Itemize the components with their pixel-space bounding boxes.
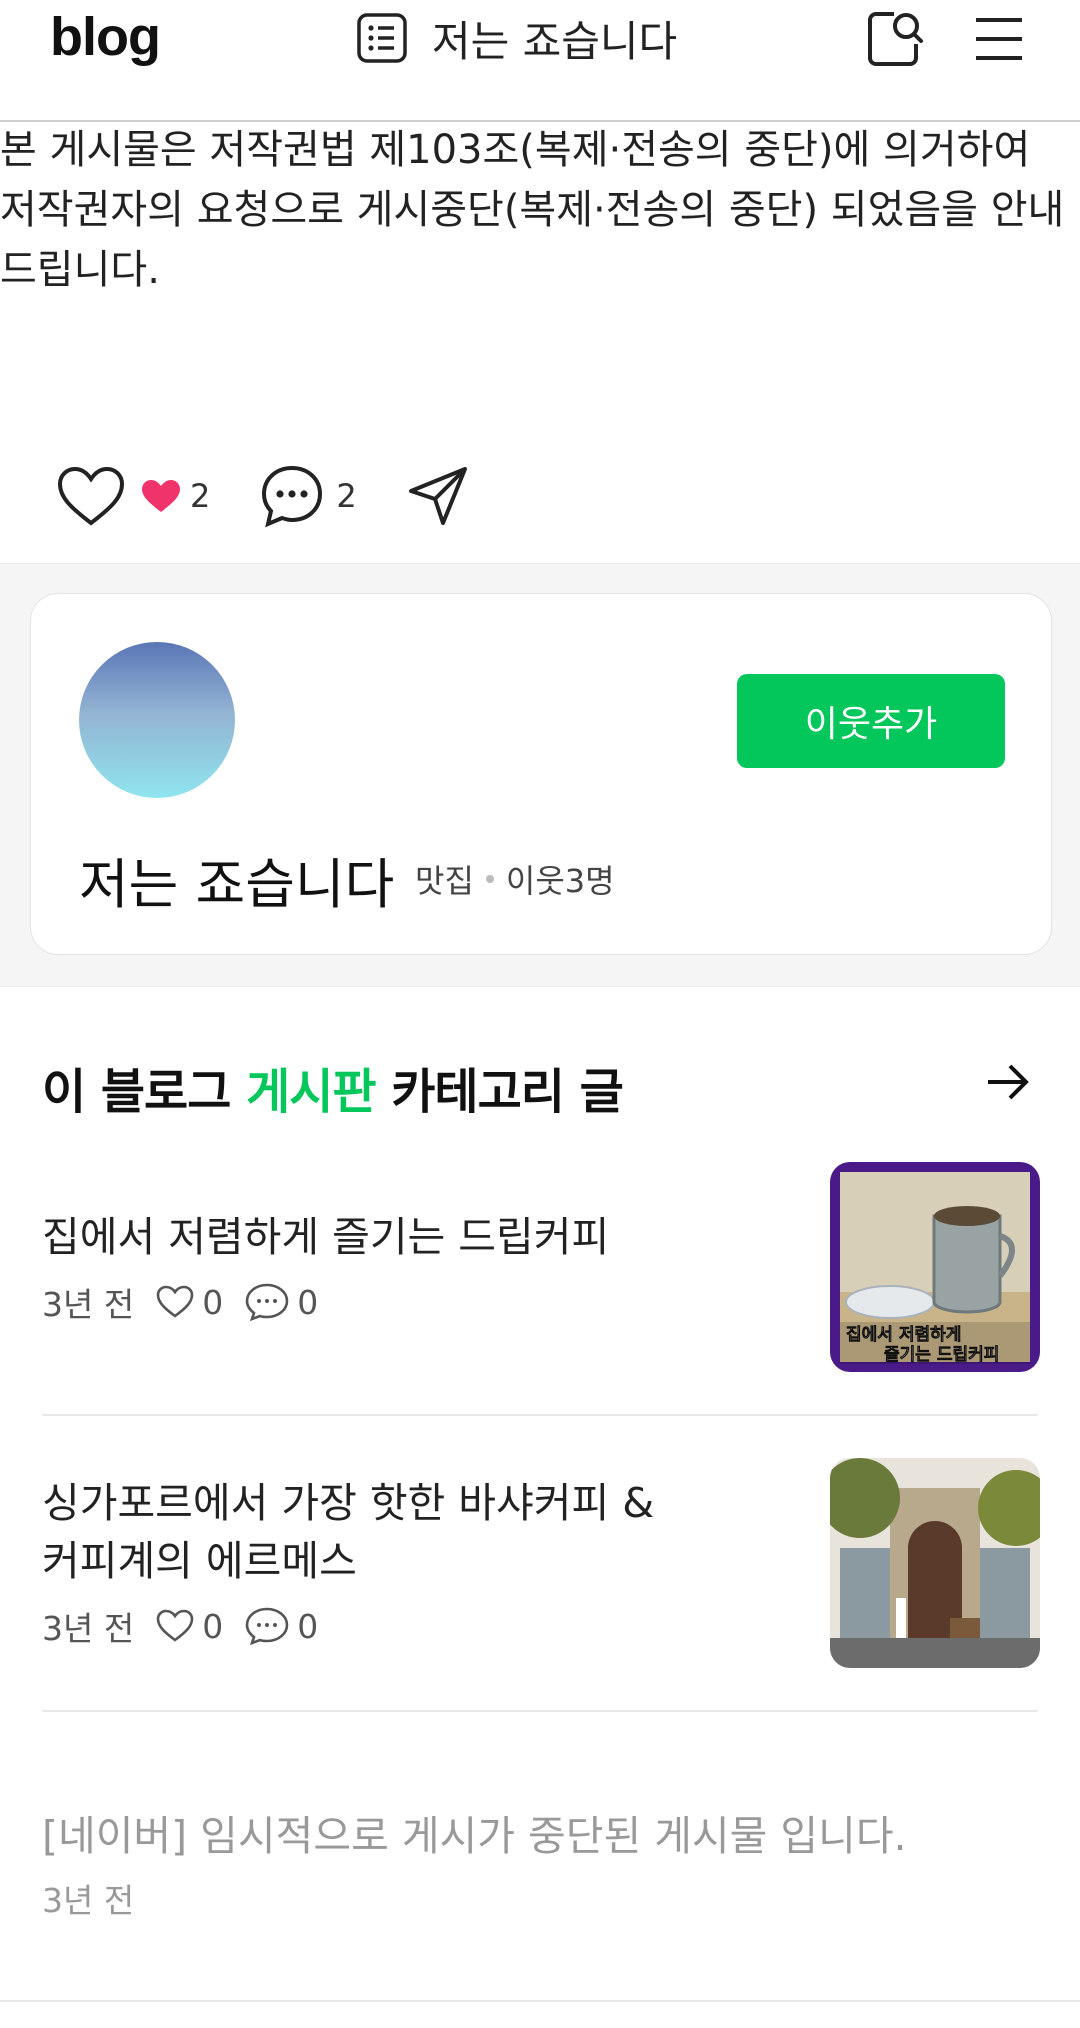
top-header: blog 저는 죠습니다 xyxy=(0,0,1080,122)
heart-outline-icon xyxy=(156,1609,194,1642)
coffee-thumbnail-image: 집에서 저렴하게 즐기는 드립커피 xyxy=(840,1172,1030,1365)
removed-post-title[interactable]: [네이버] 임시적으로 게시가 중단된 게시물 입니다. xyxy=(42,1802,907,1862)
blog-logo[interactable]: blog xyxy=(50,6,161,68)
reaction-bar: 2 2 xyxy=(56,460,469,532)
removed-post-time: 3년 전 xyxy=(42,1881,135,1920)
post-time: 3년 전 xyxy=(42,1609,135,1648)
avatar[interactable] xyxy=(79,642,235,798)
title-highlight: 게시판 xyxy=(246,1064,376,1120)
post-comment-count: 0 xyxy=(297,1282,319,1322)
like-heart-icon[interactable] xyxy=(56,465,126,527)
comment-outline-icon xyxy=(245,1283,289,1321)
post-title[interactable]: 집에서 저렴하게 즐기는 드립커피 xyxy=(42,1208,772,1266)
list-icon xyxy=(357,13,407,63)
post-like-count: 0 xyxy=(202,1606,224,1646)
blog-category: 맛집 xyxy=(415,862,474,900)
takedown-notice: 본 게시물은 저작권법 제103조(복제·전송의 중단)에 의거하여 저작권자의… xyxy=(0,127,1065,293)
post-thumbnail[interactable]: 집에서 저렴하게 즐기는 드립커피 xyxy=(830,1162,1040,1372)
separator-dot xyxy=(485,875,494,883)
comment-icon[interactable] xyxy=(260,464,324,528)
building-thumbnail-image xyxy=(830,1458,1040,1668)
header-title: 저는 죠습니다 xyxy=(432,16,678,66)
post-time: 3년 전 xyxy=(42,1285,135,1324)
comment-count: 2 xyxy=(336,477,357,515)
post-title[interactable]: 싱가포르에서 가장 핫한 바샤커피 & 커피계의 에르메스 xyxy=(42,1474,772,1590)
thumb-caption-1: 집에서 저렴하게 xyxy=(846,1324,961,1345)
blog-meta: 맛집 이웃3명 xyxy=(415,856,615,902)
search-icon[interactable] xyxy=(864,8,924,70)
title-prefix: 이 블로그 xyxy=(42,1064,247,1120)
menu-icon[interactable] xyxy=(974,14,1024,64)
profile-card: 이웃추가 저는 죠습니다 맛집 이웃3명 xyxy=(30,593,1052,955)
post-like-count: 0 xyxy=(202,1282,224,1322)
divider xyxy=(42,1414,1038,1416)
header-title-group[interactable]: 저는 죠습니다 xyxy=(356,8,677,68)
neighbor-count[interactable]: 이웃3명 xyxy=(506,856,615,902)
like-count: 2 xyxy=(190,477,211,515)
add-neighbor-button[interactable]: 이웃추가 xyxy=(737,674,1005,768)
share-send-icon[interactable] xyxy=(407,465,469,527)
post-comment-count: 0 xyxy=(297,1606,319,1646)
post-thumbnail[interactable] xyxy=(830,1458,1040,1668)
arrow-right-icon[interactable] xyxy=(986,1062,1030,1102)
liked-heart-icon xyxy=(142,480,180,512)
title-suffix: 카테고리 글 xyxy=(375,1064,624,1120)
thumb-caption-2: 즐기는 드립커피 xyxy=(884,1345,999,1365)
category-section-title: 이 블로그 게시판 카테고리 글 xyxy=(42,1052,624,1122)
divider xyxy=(0,2000,1080,2002)
blog-name[interactable]: 저는 죠습니다 xyxy=(79,840,394,919)
comment-outline-icon xyxy=(245,1607,289,1645)
divider xyxy=(42,1710,1038,1712)
heart-outline-icon xyxy=(156,1285,194,1318)
